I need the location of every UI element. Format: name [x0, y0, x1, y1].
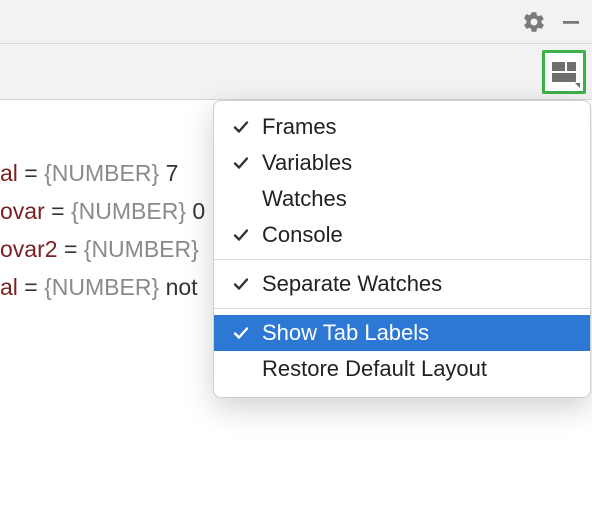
variable-name: ovar2 [0, 236, 58, 262]
check-icon [232, 226, 262, 244]
variable-name: ovar [0, 198, 45, 224]
variable-row: al = {NUMBER} not [0, 268, 210, 306]
menu-item-restore-layout[interactable]: Restore Default Layout [214, 351, 590, 387]
minimize-icon[interactable] [560, 11, 582, 33]
menu-separator [214, 308, 590, 309]
layout-icon [552, 62, 576, 82]
tab-bar [0, 44, 592, 100]
variable-type: {NUMBER} [71, 198, 186, 224]
check-icon [232, 324, 262, 342]
variable-name: al [0, 160, 18, 186]
variable-row: ovar = {NUMBER} 0 [0, 192, 210, 230]
layout-menu: Frames Variables Watches Console Separat… [213, 100, 591, 398]
menu-item-watches[interactable]: Watches [214, 181, 590, 217]
variable-value: 0 [192, 198, 205, 224]
menu-item-label: Console [262, 222, 343, 248]
variables-panel: al = {NUMBER} 7 ovar = {NUMBER} 0 ovar2 … [0, 154, 210, 306]
check-icon [232, 118, 262, 136]
dropdown-caret-icon [575, 83, 580, 88]
variable-type: {NUMBER} [44, 160, 159, 186]
gear-icon[interactable] [522, 10, 546, 34]
menu-item-label: Watches [262, 186, 347, 212]
variable-name: al [0, 274, 18, 300]
menu-item-label: Separate Watches [262, 271, 442, 297]
menu-item-separate-watches[interactable]: Separate Watches [214, 266, 590, 302]
variable-value: not [166, 274, 198, 300]
menu-item-variables[interactable]: Variables [214, 145, 590, 181]
menu-item-label: Restore Default Layout [262, 356, 487, 382]
menu-item-label: Show Tab Labels [262, 320, 429, 346]
layout-settings-button[interactable] [542, 50, 586, 94]
menu-item-console[interactable]: Console [214, 217, 590, 253]
check-icon [232, 154, 262, 172]
variable-row: ovar2 = {NUMBER} [0, 230, 210, 268]
menu-item-show-tab-labels[interactable]: Show Tab Labels [214, 315, 590, 351]
menu-separator [214, 259, 590, 260]
variable-value: 7 [166, 160, 179, 186]
check-icon [232, 275, 262, 293]
variable-type: {NUMBER} [84, 236, 199, 262]
variable-type: {NUMBER} [44, 274, 159, 300]
top-toolbar [0, 0, 592, 44]
menu-item-label: Variables [262, 150, 352, 176]
menu-item-frames[interactable]: Frames [214, 109, 590, 145]
variable-row: al = {NUMBER} 7 [0, 154, 210, 192]
menu-item-label: Frames [262, 114, 337, 140]
